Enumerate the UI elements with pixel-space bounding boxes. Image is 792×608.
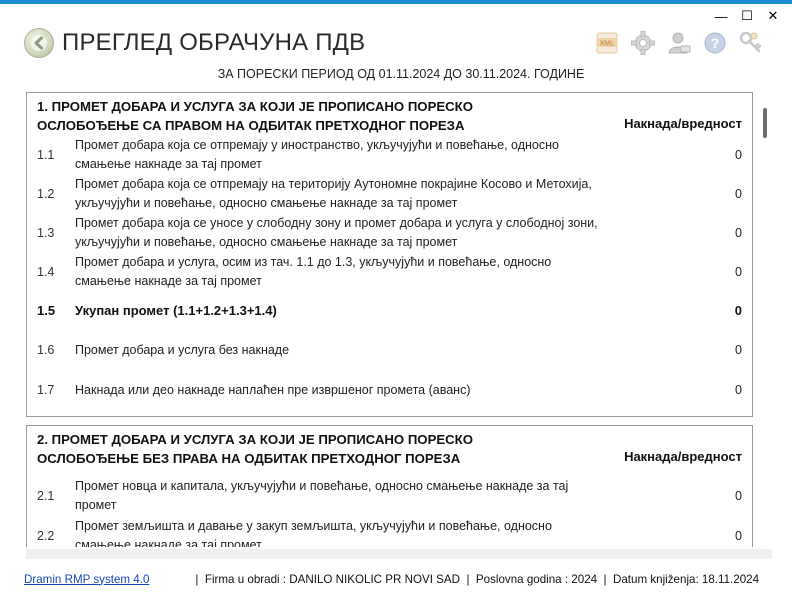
row-number: 1.5 bbox=[37, 303, 56, 318]
column-header-amount: Накнада/вредност bbox=[624, 449, 742, 464]
xml-export-button[interactable]: XML bbox=[594, 30, 620, 56]
row-number: 1.6 bbox=[37, 343, 55, 357]
report-content[interactable]: 1. ПРОМЕТ ДОБАРА И УСЛУГА ЗА КОЈИ ЈЕ ПРО… bbox=[26, 92, 753, 547]
vertical-scrollbar[interactable] bbox=[758, 92, 772, 547]
row-value: 0 bbox=[735, 529, 742, 543]
row-description: Накнада или део накнаде наплаћен пре изв… bbox=[75, 382, 471, 397]
row-description: Промет земљишта и давање у закуп земљишт… bbox=[75, 519, 552, 547]
table-row-total: 1.5 Укупан промет (1.1+1.2+1.3+1.4) 0 bbox=[37, 291, 742, 330]
user-button[interactable] bbox=[666, 30, 692, 56]
row-number: 2.2 bbox=[37, 529, 55, 543]
page-header: ПРЕГЛЕД ОБРАЧУНА ПДВ XML ? bbox=[24, 26, 764, 62]
keys-button[interactable] bbox=[738, 30, 764, 56]
minimize-button[interactable]: — bbox=[708, 8, 734, 24]
row-number: 1.2 bbox=[37, 186, 55, 201]
page-title: ПРЕГЛЕД ОБРАЧУНА ПДВ bbox=[62, 29, 366, 56]
row-value: 0 bbox=[735, 225, 742, 240]
table-row: 1.7 Накнада или део накнаде наплаћен пре… bbox=[37, 370, 742, 410]
row-description: Промет добара која се отпремају на терит… bbox=[75, 176, 592, 210]
row-description: Промет новца и капитала, укључујући и по… bbox=[75, 479, 569, 512]
column-header-amount: Накнада/вредност bbox=[624, 116, 742, 131]
section-header: 2. ПРОМЕТ ДОБАРА И УСЛУГА ЗА КОЈИ ЈЕ ПРО… bbox=[37, 430, 742, 468]
help-icon: ? bbox=[704, 32, 726, 54]
section-1: 1. ПРОМЕТ ДОБАРА И УСЛУГА ЗА КОЈИ ЈЕ ПРО… bbox=[26, 92, 753, 417]
toolbar: XML ? bbox=[594, 30, 764, 56]
table-row: 1.4 Промет добара и услуга, осим из тач.… bbox=[37, 252, 742, 291]
user-icon bbox=[668, 32, 691, 54]
scrollbar-thumb[interactable] bbox=[763, 108, 767, 138]
table-row: 1.3 Промет добара која се уносе у слобод… bbox=[37, 213, 742, 252]
back-button[interactable] bbox=[24, 28, 54, 58]
section-header: 1. ПРОМЕТ ДОБАРА И УСЛУГА ЗА КОЈИ ЈЕ ПРО… bbox=[37, 97, 742, 135]
gear-icon bbox=[631, 31, 655, 55]
row-description: Укупан промет (1.1+1.2+1.3+1.4) bbox=[75, 303, 277, 318]
status-info: | Firma u obradi : DANILO NIKOLIC PR NOV… bbox=[195, 572, 760, 586]
row-value: 0 bbox=[734, 303, 742, 318]
table-row: 2.1 Промет новца и капитала, укључујући … bbox=[37, 468, 742, 516]
status-bar: Dramin RMP system 4.0 | Firma u obradi :… bbox=[0, 566, 792, 592]
row-description: Промет добара и услуга без накнаде bbox=[75, 342, 290, 357]
row-value: 0 bbox=[735, 383, 742, 397]
row-description: Промет добара која се отпремају у иностр… bbox=[75, 137, 559, 171]
section-title: 1. ПРОМЕТ ДОБАРА И УСЛУГА ЗА КОЈИ ЈЕ ПРО… bbox=[37, 99, 473, 133]
window-controls: — ☐ ✕ bbox=[708, 8, 786, 24]
row-number: 1.3 bbox=[37, 225, 55, 240]
window-top-accent bbox=[0, 0, 792, 4]
help-button[interactable]: ? bbox=[702, 30, 728, 56]
row-number: 1.1 bbox=[37, 147, 55, 162]
horizontal-scrollbar[interactable] bbox=[26, 549, 772, 559]
table-row: 2.2 Промет земљишта и давање у закуп зем… bbox=[37, 516, 742, 547]
row-number: 1.4 bbox=[37, 264, 55, 279]
table-row: 1.6 Промет добара и услуга без накнаде 0 bbox=[37, 330, 742, 370]
row-value: 0 bbox=[735, 264, 742, 279]
row-description: Промет добара и услуга, осим из тач. 1.1… bbox=[75, 254, 552, 288]
app-version-link[interactable]: Dramin RMP system 4.0 bbox=[24, 573, 149, 586]
row-value: 0 bbox=[735, 343, 742, 357]
xml-export-icon: XML bbox=[596, 32, 618, 54]
xml-icon-label: XML bbox=[600, 41, 616, 48]
keys-icon bbox=[739, 31, 762, 53]
section-2: 2. ПРОМЕТ ДОБАРА И УСЛУГА ЗА КОЈИ ЈЕ ПРО… bbox=[26, 425, 753, 547]
row-number: 1.7 bbox=[37, 383, 55, 397]
table-row: 1.1 Промет добара која се отпремају у ин… bbox=[37, 135, 742, 174]
svg-text:?: ? bbox=[711, 35, 720, 51]
row-value: 0 bbox=[735, 186, 742, 201]
row-value: 0 bbox=[735, 147, 742, 162]
section-title: 2. ПРОМЕТ ДОБАРА И УСЛУГА ЗА КОЈИ ЈЕ ПРО… bbox=[37, 432, 473, 466]
close-button[interactable]: ✕ bbox=[760, 8, 786, 24]
back-arrow-icon bbox=[31, 35, 47, 51]
row-value: 0 bbox=[735, 489, 742, 503]
maximize-button[interactable]: ☐ bbox=[734, 8, 760, 24]
table-row: 1.2 Промет добара која се отпремају на т… bbox=[37, 174, 742, 213]
settings-button[interactable] bbox=[630, 30, 656, 56]
row-number: 2.1 bbox=[37, 489, 55, 503]
row-description: Промет добара која се уносе у слободну з… bbox=[75, 215, 598, 249]
tax-period-caption: ЗА ПОРЕСКИ ПЕРИОД ОД 01.11.2024 ДО 30.11… bbox=[217, 67, 585, 81]
